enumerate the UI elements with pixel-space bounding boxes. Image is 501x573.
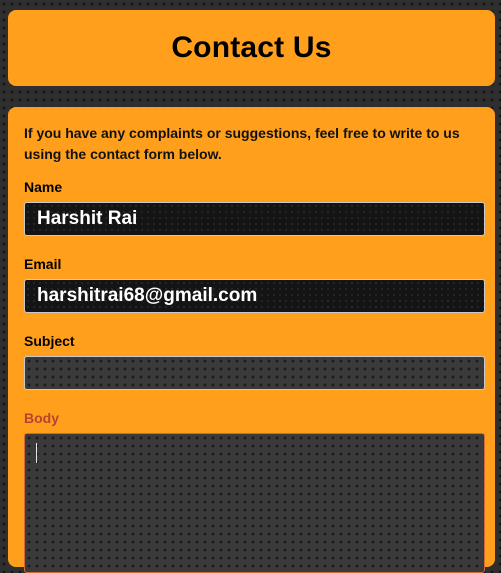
subject-label: Subject [24,333,75,349]
name-input[interactable] [24,202,485,236]
page-header: Contact Us [8,10,495,86]
body-label: Body [24,410,59,426]
name-label: Name [24,179,63,195]
body-textarea[interactable] [24,433,485,573]
subject-input[interactable] [24,356,485,390]
form-intro-text: If you have any complaints or suggestion… [24,125,460,162]
contact-form: If you have any complaints or suggestion… [8,107,495,573]
email-label: Email [24,256,62,272]
page-title: Contact Us [171,31,332,64]
text-caret [36,443,37,463]
email-input[interactable] [24,279,485,313]
